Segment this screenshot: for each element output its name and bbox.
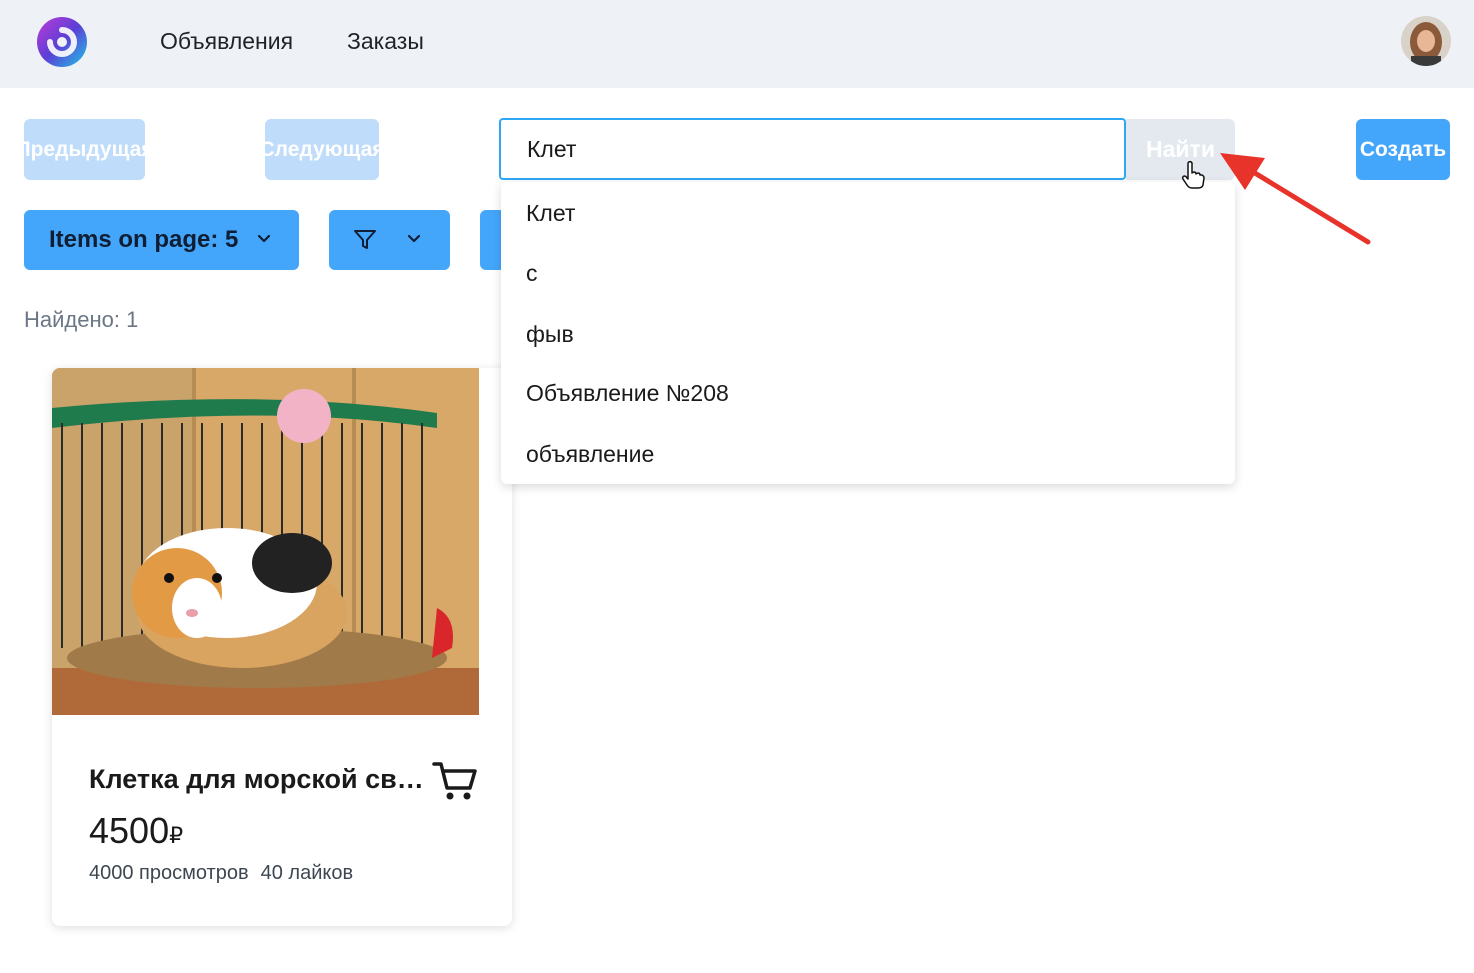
product-stats: 4000 просмотров 40 лайков — [89, 862, 353, 885]
product-title[interactable]: Клетка для морской свинки — [89, 764, 434, 795]
search-suggestions-dropdown: Клет с фыв Объявление №208 объявление — [501, 182, 1235, 484]
chevron-down-icon — [257, 234, 271, 243]
user-avatar[interactable] — [1401, 16, 1451, 66]
views-count: 4000 просмотров — [89, 862, 249, 884]
price-value: 4500 — [89, 810, 170, 851]
items-per-page-label: Items on page: 5 — [49, 226, 239, 253]
suggestion-item[interactable]: с — [526, 260, 538, 287]
product-card[interactable]: Клетка для морской свинки 4500₽ 4000 про… — [52, 368, 512, 926]
product-image — [52, 368, 479, 715]
top-nav-bar: Объявления Заказы — [0, 0, 1474, 88]
results-count: Найдено: 1 — [24, 307, 139, 332]
filter-icon — [354, 230, 376, 249]
chevron-down-icon — [407, 234, 421, 243]
price-currency: ₽ — [169, 823, 184, 848]
search-input[interactable]: Клет — [499, 118, 1126, 180]
suggestion-item[interactable]: Клет — [526, 200, 575, 227]
nav-link-ads[interactable]: Объявления — [160, 28, 293, 55]
items-per-page-dropdown[interactable]: Items on page: 5 — [24, 210, 299, 270]
annotation-arrow-icon — [1220, 153, 1371, 245]
nav-link-orders[interactable]: Заказы — [347, 28, 424, 55]
hand-pointer-cursor-icon — [1181, 160, 1205, 189]
product-price: 4500₽ — [89, 810, 183, 852]
suggestion-item[interactable]: объявление — [526, 441, 654, 468]
suggestion-item[interactable]: фыв — [526, 321, 574, 348]
next-page-button[interactable]: Следующая — [265, 119, 379, 180]
previous-page-button[interactable]: Предыдущая — [24, 119, 145, 180]
likes-count: 40 лайков — [260, 862, 354, 884]
app-logo[interactable] — [36, 16, 88, 68]
filter-dropdown[interactable] — [329, 210, 450, 270]
cart-icon[interactable] — [432, 760, 478, 802]
suggestion-item[interactable]: Объявление №208 — [526, 380, 729, 407]
